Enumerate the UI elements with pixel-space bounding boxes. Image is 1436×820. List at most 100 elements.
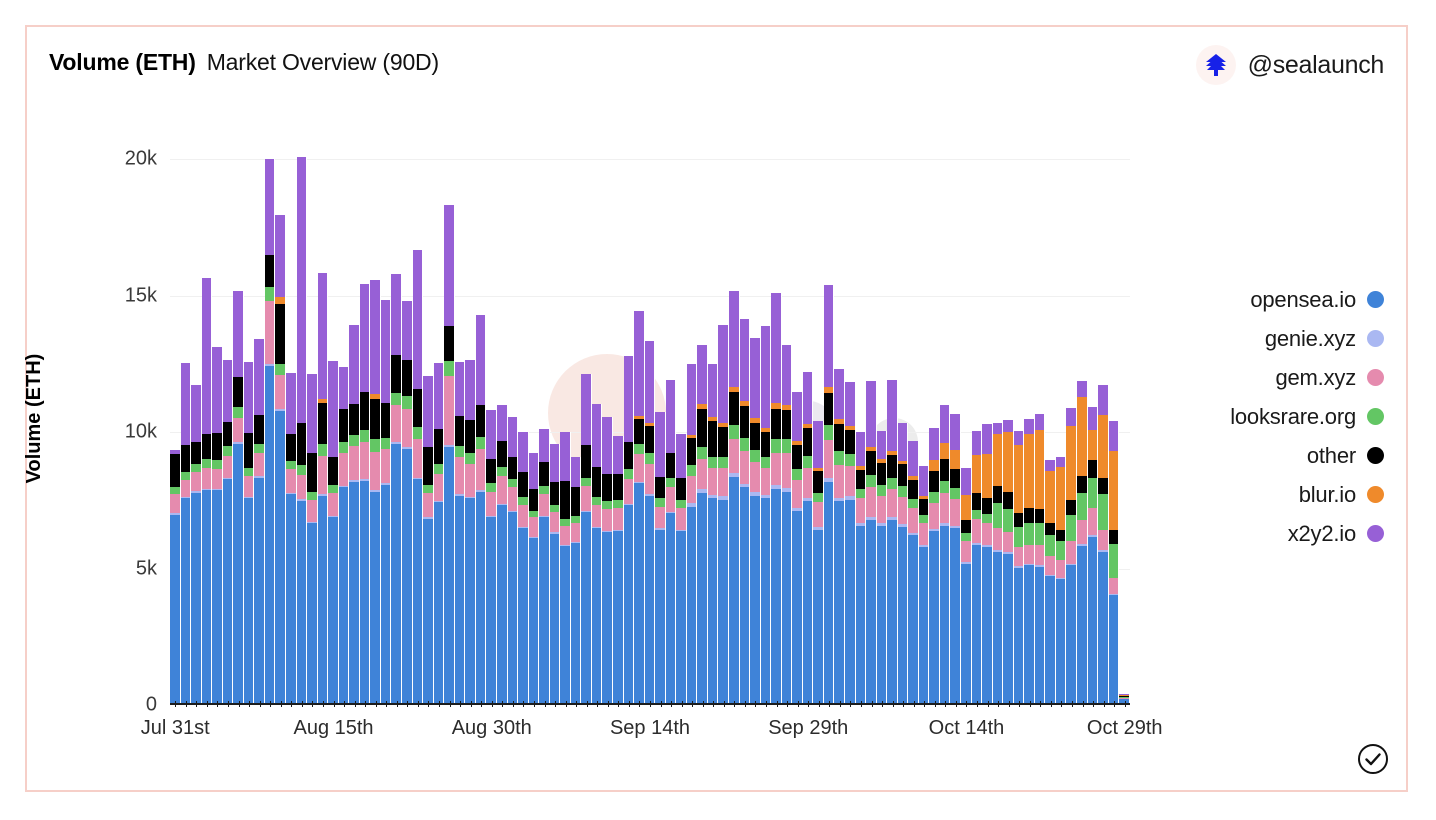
bar-43[interactable] (623, 356, 635, 703)
bar-segment-x2y2-io (908, 440, 918, 477)
bar-70[interactable] (908, 440, 919, 703)
bar-80[interactable] (1013, 431, 1025, 703)
bar-49[interactable] (686, 364, 698, 703)
bar-9[interactable] (264, 159, 276, 703)
bar-13[interactable] (307, 374, 318, 703)
bar-56[interactable] (760, 325, 772, 703)
bar-88[interactable] (1098, 385, 1109, 703)
bar-25[interactable] (433, 363, 445, 703)
bar-15[interactable] (328, 360, 339, 703)
bar-58[interactable] (781, 345, 793, 703)
bar-71[interactable] (918, 466, 930, 703)
legend-item-blur[interactable]: blur.io (1230, 475, 1384, 514)
bar-28[interactable] (465, 360, 476, 703)
bar-86[interactable] (1077, 380, 1088, 703)
bar-8[interactable] (254, 338, 265, 703)
legend-item-gem[interactable]: gem.xyz (1230, 358, 1384, 397)
bar-39[interactable] (581, 374, 592, 703)
bar-55[interactable] (750, 337, 761, 703)
bar-31[interactable] (496, 405, 508, 703)
bar-segment-looksrare-org (549, 505, 560, 513)
bar-2[interactable] (191, 384, 202, 703)
bar-65[interactable] (855, 432, 867, 703)
bar-84[interactable] (1055, 457, 1067, 703)
bar-5[interactable] (222, 360, 234, 703)
bar-50[interactable] (697, 345, 708, 703)
bar-27[interactable] (454, 361, 466, 703)
bar-4[interactable] (212, 346, 223, 703)
bar-61[interactable] (813, 421, 824, 703)
bar-83[interactable] (1045, 460, 1056, 703)
bar-10[interactable] (275, 215, 287, 703)
bar-53[interactable] (728, 291, 740, 703)
bar-76[interactable] (971, 430, 983, 703)
bar-46[interactable] (655, 412, 666, 703)
bar-82[interactable] (1034, 413, 1046, 703)
bar-1[interactable] (180, 363, 192, 703)
bar-36[interactable] (549, 443, 561, 703)
bar-87[interactable] (1087, 406, 1099, 703)
bar-20[interactable] (380, 300, 392, 703)
bar-18[interactable] (359, 283, 371, 703)
bar-11[interactable] (286, 372, 297, 703)
bar-57[interactable] (771, 292, 782, 703)
bar-66[interactable] (866, 381, 877, 703)
bar-26[interactable] (444, 204, 455, 703)
bar-78[interactable] (992, 422, 1004, 703)
bar-7[interactable] (243, 361, 255, 703)
legend-item-looksrare[interactable]: looksrare.org (1230, 397, 1384, 436)
bar-81[interactable] (1024, 419, 1035, 703)
bar-63[interactable] (834, 368, 845, 703)
bar-60[interactable] (802, 372, 814, 703)
bar-23[interactable] (412, 249, 424, 703)
bar-85[interactable] (1066, 408, 1078, 703)
legend-item-opensea[interactable]: opensea.io (1230, 280, 1384, 319)
x-axis-tick-mark (206, 701, 208, 707)
bar-79[interactable] (1003, 420, 1014, 703)
bar-32[interactable] (507, 416, 519, 703)
bar-30[interactable] (486, 409, 497, 703)
bar-64[interactable] (845, 381, 856, 703)
bar-75[interactable] (961, 467, 972, 703)
bar-77[interactable] (982, 423, 993, 703)
bar-44[interactable] (634, 310, 645, 703)
legend-item-genie[interactable]: genie.xyz (1230, 319, 1384, 358)
bar-37[interactable] (560, 431, 571, 703)
bar-42[interactable] (612, 435, 624, 703)
bar-40[interactable] (591, 404, 603, 703)
bar-89[interactable] (1108, 420, 1120, 703)
bar-21[interactable] (391, 274, 403, 703)
bar-33[interactable] (518, 431, 529, 703)
bar-69[interactable] (897, 422, 909, 703)
bar-41[interactable] (602, 416, 613, 703)
bar-45[interactable] (644, 341, 656, 703)
bar-72[interactable] (929, 427, 940, 703)
bar-62[interactable] (823, 284, 835, 703)
bar-52[interactable] (718, 324, 729, 703)
bar-0[interactable] (170, 450, 181, 703)
bar-14[interactable] (317, 272, 329, 703)
legend-item-x2y2[interactable]: x2y2.io (1230, 514, 1384, 553)
bar-38[interactable] (570, 457, 582, 703)
bar-54[interactable] (739, 319, 751, 703)
bar-51[interactable] (707, 364, 719, 703)
bar-67[interactable] (876, 430, 888, 703)
bar-29[interactable] (475, 315, 487, 703)
bar-22[interactable] (402, 301, 413, 703)
bar-73[interactable] (939, 404, 951, 703)
bar-35[interactable] (539, 428, 550, 703)
bar-16[interactable] (338, 367, 350, 703)
bar-59[interactable] (792, 391, 803, 703)
bar-34[interactable] (528, 453, 540, 703)
bar-12[interactable] (296, 157, 308, 703)
bar-6[interactable] (233, 290, 244, 703)
bar-47[interactable] (665, 379, 677, 703)
legend-item-other[interactable]: other (1230, 436, 1384, 475)
bar-3[interactable] (201, 278, 213, 703)
bar-19[interactable] (370, 279, 381, 703)
bar-68[interactable] (887, 379, 898, 703)
bar-48[interactable] (676, 434, 687, 703)
bar-24[interactable] (423, 375, 434, 703)
bar-74[interactable] (950, 414, 962, 703)
bar-17[interactable] (349, 324, 360, 703)
